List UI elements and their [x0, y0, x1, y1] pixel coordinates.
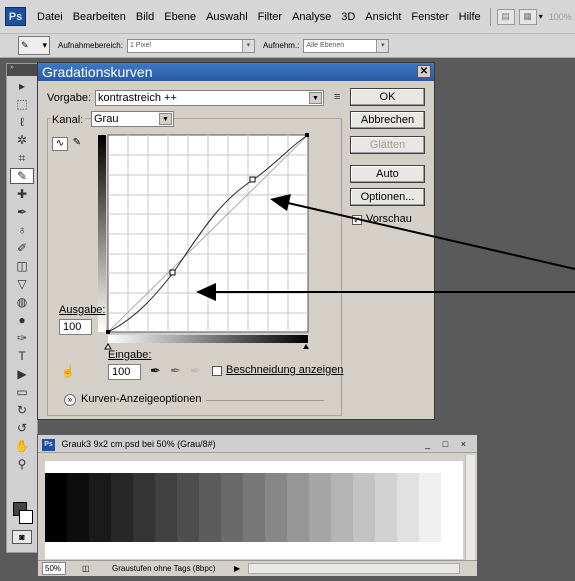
gray-step	[309, 473, 331, 542]
annotation-arrowhead	[196, 283, 216, 301]
gray-step	[441, 473, 463, 542]
status-bar: 50% ◫ Graustufen ohne Tags (8bpc) ▶	[38, 560, 477, 576]
gray-step	[397, 473, 419, 542]
gray-step	[89, 473, 111, 542]
vertical-scrollbar[interactable]	[465, 455, 475, 563]
gray-step	[243, 473, 265, 542]
gray-step	[133, 473, 155, 542]
document-title-bar[interactable]: Ps Grauk3 9x2 cm.psd bei 50% (Grau/8#) _…	[38, 435, 477, 453]
document-title: Grauk3 9x2 cm.psd bei 50% (Grau/8#)	[61, 439, 216, 449]
gray-step-wedge	[45, 473, 463, 542]
document-canvas[interactable]	[45, 461, 463, 559]
photoshop-doc-icon: Ps	[42, 438, 55, 451]
gray-step	[375, 473, 397, 542]
horizontal-scrollbar[interactable]	[248, 563, 460, 574]
annotation-arrow-line	[287, 202, 575, 270]
document-window: Ps Grauk3 9x2 cm.psd bei 50% (Grau/8#) _…	[37, 434, 478, 577]
gray-step	[331, 473, 353, 542]
gray-step	[199, 473, 221, 542]
gray-step	[177, 473, 199, 542]
gray-step	[45, 473, 67, 542]
gray-step	[353, 473, 375, 542]
status-text: Graustufen ohne Tags (8bpc)	[112, 564, 216, 573]
gray-step	[221, 473, 243, 542]
annotation-arrowhead	[270, 194, 291, 211]
window-controls[interactable]: _ □ ×	[425, 435, 471, 453]
gray-step	[287, 473, 309, 542]
status-menu-icon[interactable]: ▶	[234, 561, 240, 576]
status-info-icon[interactable]: ◫	[82, 561, 90, 576]
gray-step	[111, 473, 133, 542]
zoom-field[interactable]: 50%	[42, 562, 66, 575]
gray-step	[67, 473, 89, 542]
gray-step	[155, 473, 177, 542]
gray-step	[265, 473, 287, 542]
gray-step	[419, 473, 441, 542]
